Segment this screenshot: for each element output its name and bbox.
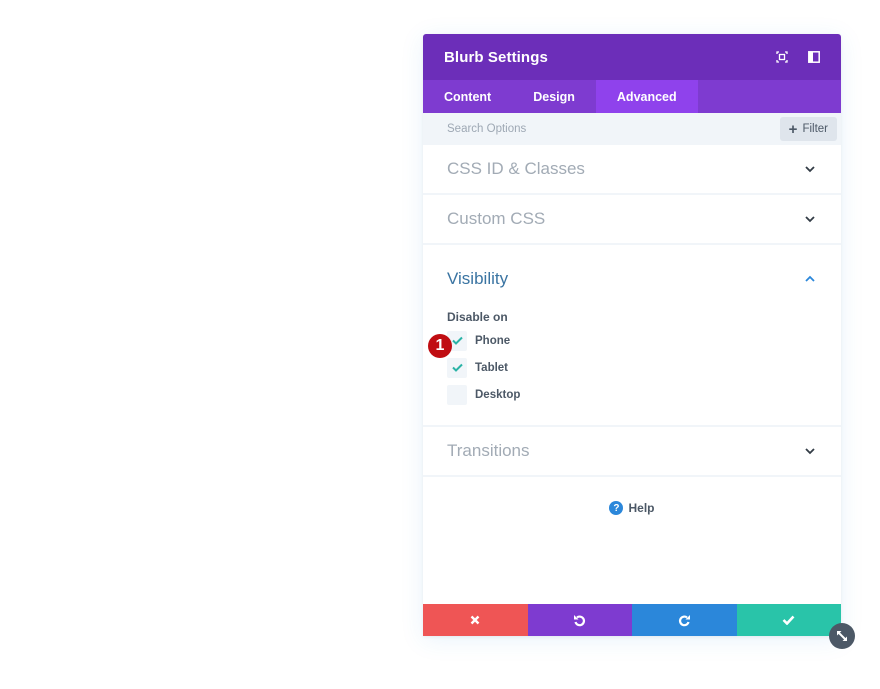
tab-advanced[interactable]: Advanced xyxy=(595,80,698,113)
checkbox-row-phone: Phone xyxy=(447,327,817,354)
resize-icon xyxy=(837,631,847,641)
chevron-down-icon xyxy=(803,444,817,458)
filter-label: Filter xyxy=(802,123,828,135)
redo-icon xyxy=(678,614,690,626)
undo-button[interactable] xyxy=(527,604,632,636)
section-title: Custom CSS xyxy=(447,209,546,228)
modal-title: Blurb Settings xyxy=(444,48,548,66)
section-visibility: Visibility Disable on Phone Tablet Deskt… xyxy=(423,245,841,427)
save-button[interactable] xyxy=(736,604,841,636)
phone-label: Phone xyxy=(475,334,511,347)
checkbox-row-tablet: Tablet xyxy=(447,354,817,381)
modal-footer xyxy=(423,604,841,636)
search-input[interactable] xyxy=(447,123,780,135)
expand-icon[interactable] xyxy=(766,45,798,69)
tab-content[interactable]: Content xyxy=(423,80,512,113)
tablet-checkbox[interactable] xyxy=(447,357,467,378)
section-title: Transitions xyxy=(447,441,530,460)
settings-modal: Blurb Settings Content Design Advanced +… xyxy=(423,34,841,636)
plus-icon: + xyxy=(788,120,798,138)
chevron-down-icon xyxy=(803,212,817,226)
help-icon: ? xyxy=(609,501,624,515)
search-bar: + Filter xyxy=(423,113,841,145)
chevron-down-icon xyxy=(803,162,817,176)
help-link[interactable]: ? Help xyxy=(423,501,841,515)
section-transitions[interactable]: Transitions xyxy=(423,427,841,477)
desktop-label: Desktop xyxy=(475,388,521,401)
help-label: Help xyxy=(628,501,655,515)
section-title: CSS ID & Classes xyxy=(447,159,585,178)
redo-button[interactable] xyxy=(632,604,737,636)
disable-on-label: Disable on xyxy=(447,310,508,324)
desktop-checkbox[interactable] xyxy=(447,384,467,405)
tablet-label: Tablet xyxy=(475,361,509,374)
cancel-button[interactable] xyxy=(423,604,528,636)
section-title: Visibility xyxy=(447,269,509,288)
close-icon xyxy=(470,615,480,625)
tab-design[interactable]: Design xyxy=(512,80,596,113)
modal-header: Blurb Settings xyxy=(423,34,841,80)
check-icon xyxy=(451,336,463,345)
chevron-up-icon xyxy=(803,271,817,285)
filter-button[interactable]: + Filter xyxy=(779,117,837,141)
section-css-id-classes[interactable]: CSS ID & Classes xyxy=(423,145,841,195)
check-icon xyxy=(782,615,795,625)
annotation-badge: 1 xyxy=(428,334,452,358)
undo-icon xyxy=(574,614,586,626)
visibility-header[interactable]: Visibility xyxy=(447,245,817,311)
tab-bar: Content Design Advanced xyxy=(423,80,841,113)
checkbox-row-desktop: Desktop xyxy=(447,381,817,408)
section-custom-css[interactable]: Custom CSS xyxy=(423,195,841,245)
resize-handle[interactable] xyxy=(829,623,855,649)
check-icon xyxy=(451,363,463,372)
sidebar-toggle-icon[interactable] xyxy=(798,45,830,69)
device-checkbox-list: Phone Tablet Desktop xyxy=(447,327,817,408)
